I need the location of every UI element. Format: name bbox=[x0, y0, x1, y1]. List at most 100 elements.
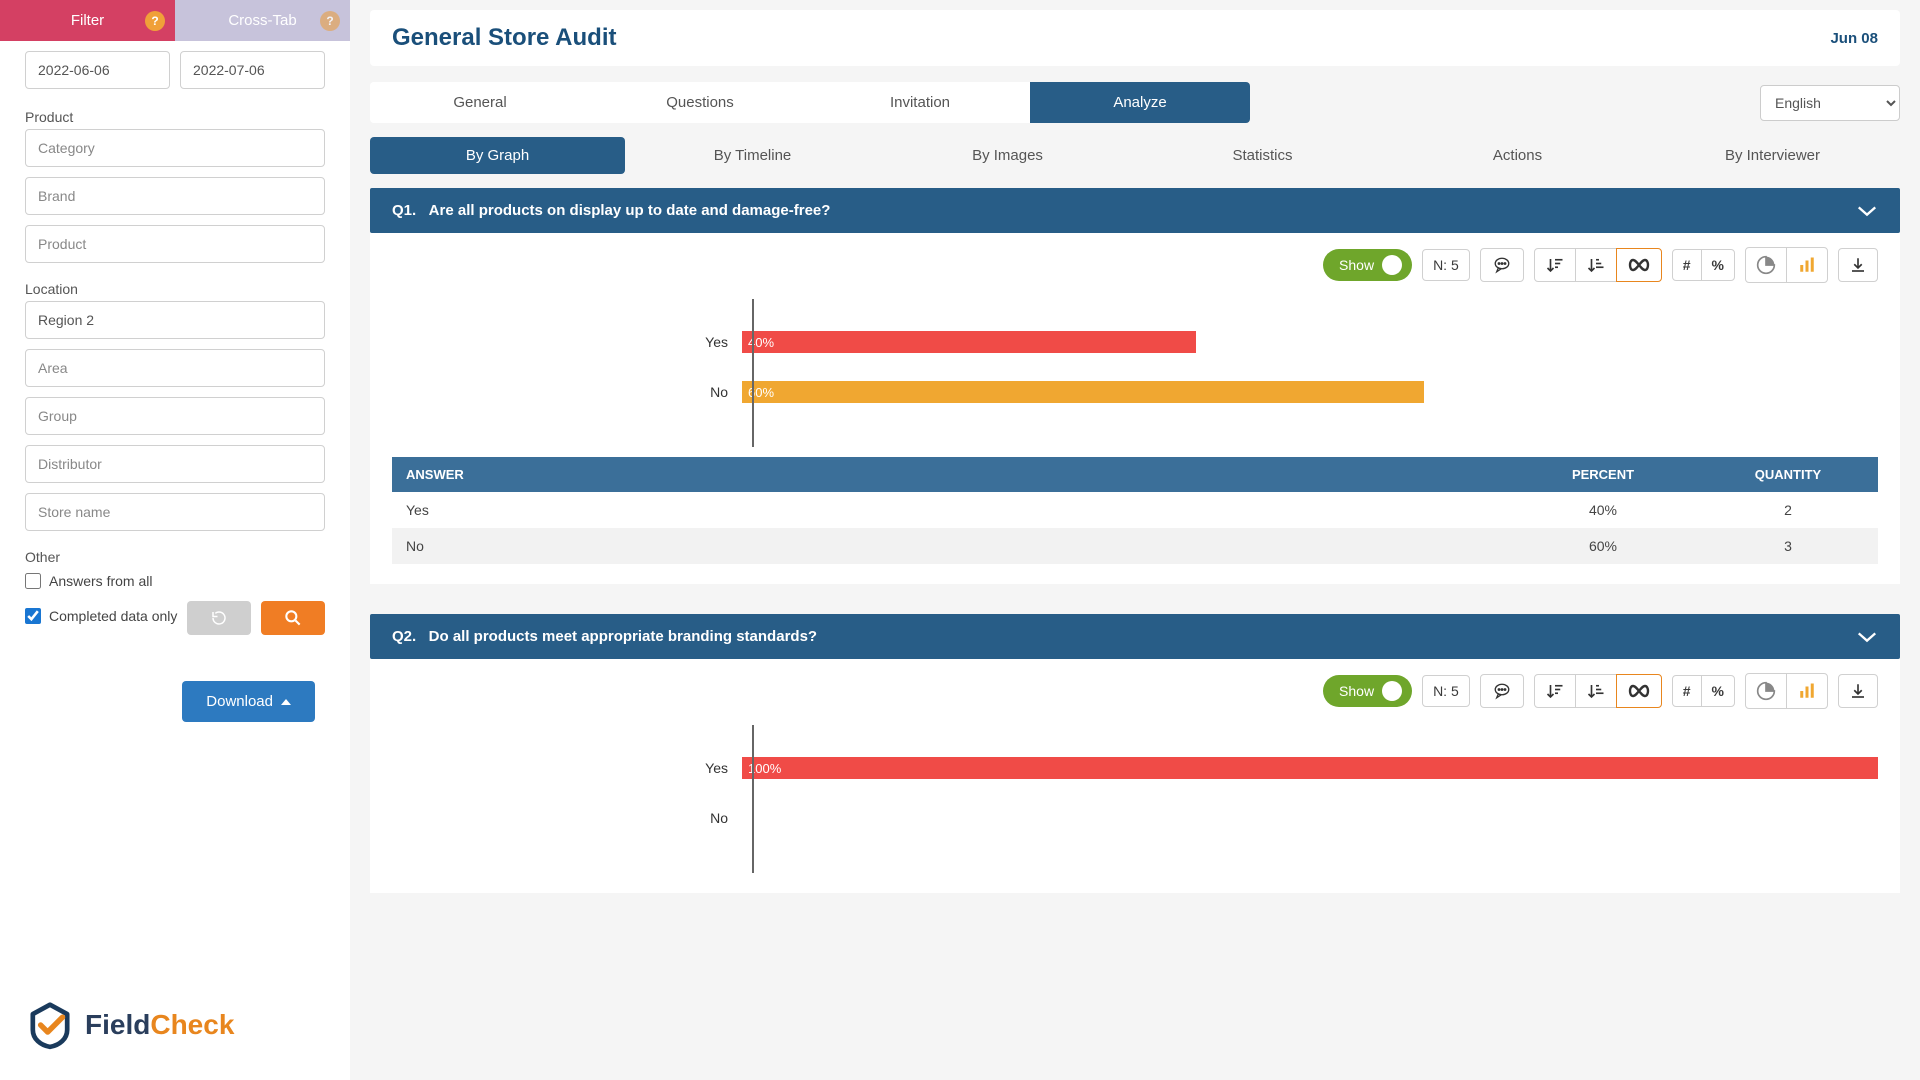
subtab-by-graph[interactable]: By Graph bbox=[370, 137, 625, 174]
question-panel: Q2. Do all products meet appropriate bra… bbox=[370, 614, 1900, 893]
subtab-by-timeline[interactable]: By Timeline bbox=[625, 137, 880, 174]
date-to-input[interactable] bbox=[180, 51, 325, 89]
sidebar-tab-crosstab[interactable]: Cross-Tab ? bbox=[175, 0, 350, 41]
language-select[interactable]: English bbox=[1760, 85, 1900, 121]
download-chart-button[interactable] bbox=[1838, 248, 1878, 282]
percent-mode-button[interactable]: % bbox=[1701, 249, 1735, 281]
percent-cell: 40% bbox=[1508, 492, 1698, 528]
sort-desc-button[interactable] bbox=[1534, 248, 1576, 282]
show-label: Show bbox=[1339, 257, 1374, 273]
logo-text-check: Check bbox=[150, 1009, 234, 1040]
bar-chart-icon bbox=[1797, 682, 1817, 700]
section-label-other: Other bbox=[25, 549, 325, 565]
section-label-product: Product bbox=[25, 109, 325, 125]
tab-general[interactable]: General bbox=[370, 82, 590, 123]
chart-label: Yes bbox=[392, 760, 742, 776]
subtab-actions[interactable]: Actions bbox=[1390, 137, 1645, 174]
comment-icon bbox=[1491, 256, 1513, 274]
comment-icon bbox=[1491, 682, 1513, 700]
bar-chart-button[interactable] bbox=[1786, 247, 1828, 283]
answers-from-all-input[interactable] bbox=[25, 573, 41, 589]
sort-asc-button[interactable] bbox=[1575, 248, 1617, 282]
quantity-cell: 3 bbox=[1698, 528, 1878, 564]
answers-from-all-checkbox[interactable]: Answers from all bbox=[25, 573, 325, 589]
percent-mode-button[interactable]: % bbox=[1701, 675, 1735, 707]
percent-cell: 60% bbox=[1508, 528, 1698, 564]
infinity-button[interactable] bbox=[1616, 248, 1662, 282]
sort-desc-button[interactable] bbox=[1534, 674, 1576, 708]
group-input[interactable] bbox=[25, 397, 325, 435]
subtab-by-images[interactable]: By Images bbox=[880, 137, 1135, 174]
question-panel: Q1. Are all products on display up to da… bbox=[370, 188, 1900, 584]
tab-analyze[interactable]: Analyze bbox=[1030, 82, 1250, 123]
chart-area: Yes 100% No bbox=[392, 725, 1878, 873]
answer-cell: Yes bbox=[392, 492, 1508, 528]
count-mode-button[interactable]: # bbox=[1672, 675, 1702, 707]
download-chart-button[interactable] bbox=[1838, 674, 1878, 708]
brand-input[interactable] bbox=[25, 177, 325, 215]
tab-invitation[interactable]: Invitation bbox=[810, 82, 1030, 123]
question-header[interactable]: Q1. Are all products on display up to da… bbox=[370, 188, 1900, 233]
help-icon[interactable]: ? bbox=[145, 11, 165, 31]
tab-questions[interactable]: Questions bbox=[590, 82, 810, 123]
infinity-icon bbox=[1627, 683, 1651, 699]
date-from-input[interactable] bbox=[25, 51, 170, 89]
download-icon bbox=[1849, 256, 1867, 274]
sort-desc-icon bbox=[1545, 256, 1565, 274]
comments-button[interactable] bbox=[1480, 248, 1524, 282]
answers-from-all-label: Answers from all bbox=[49, 573, 152, 589]
pie-chart-button[interactable] bbox=[1745, 247, 1787, 283]
chart-bar: 40% bbox=[742, 331, 1196, 353]
answer-table: ANSWER PERCENT QUANTITY Yes 40% 2 No 60%… bbox=[392, 457, 1878, 564]
search-button[interactable] bbox=[261, 601, 325, 635]
comments-button[interactable] bbox=[1480, 674, 1524, 708]
completed-only-checkbox[interactable]: Completed data only bbox=[25, 608, 177, 624]
main-content: General Store Audit Jun 08 General Quest… bbox=[350, 0, 1920, 1080]
sort-asc-button[interactable] bbox=[1575, 674, 1617, 708]
subtab-by-interviewer[interactable]: By Interviewer bbox=[1645, 137, 1900, 174]
subtab-statistics[interactable]: Statistics bbox=[1135, 137, 1390, 174]
show-toggle[interactable]: Show bbox=[1323, 249, 1412, 281]
section-label-location: Location bbox=[25, 281, 325, 297]
store-input[interactable] bbox=[25, 493, 325, 531]
quantity-cell: 2 bbox=[1698, 492, 1878, 528]
question-toolbar: Show N: 5 # % bbox=[392, 673, 1878, 709]
category-input[interactable] bbox=[25, 129, 325, 167]
logo-icon bbox=[25, 1000, 75, 1050]
answer-cell: No bbox=[392, 528, 1508, 564]
question-toolbar: Show N: 5 # % bbox=[392, 247, 1878, 283]
pie-chart-button[interactable] bbox=[1745, 673, 1787, 709]
n-count-button[interactable]: N: 5 bbox=[1422, 675, 1470, 707]
distributor-input[interactable] bbox=[25, 445, 325, 483]
search-icon bbox=[283, 608, 303, 628]
page-title: General Store Audit bbox=[392, 24, 616, 52]
page-date: Jun 08 bbox=[1830, 30, 1878, 47]
chart-row: No bbox=[392, 803, 1878, 833]
show-toggle[interactable]: Show bbox=[1323, 675, 1412, 707]
area-input[interactable] bbox=[25, 349, 325, 387]
region-input[interactable] bbox=[25, 301, 325, 339]
chevron-down-icon bbox=[1856, 204, 1878, 218]
reset-button[interactable] bbox=[187, 601, 251, 635]
main-tabs: General Questions Invitation Analyze bbox=[370, 82, 1250, 123]
chevron-down-icon bbox=[1856, 630, 1878, 644]
product-input[interactable] bbox=[25, 225, 325, 263]
sidebar-tab-filter[interactable]: Filter ? bbox=[0, 0, 175, 41]
chart-label: Yes bbox=[392, 334, 742, 350]
chart-row: Yes 40% bbox=[392, 327, 1878, 357]
question-header[interactable]: Q2. Do all products meet appropriate bra… bbox=[370, 614, 1900, 659]
sidebar-tab-crosstab-label: Cross-Tab bbox=[228, 12, 296, 29]
n-count-button[interactable]: N: 5 bbox=[1422, 249, 1470, 281]
infinity-button[interactable] bbox=[1616, 674, 1662, 708]
bar-chart-button[interactable] bbox=[1786, 673, 1828, 709]
completed-only-input[interactable] bbox=[25, 608, 41, 624]
chart-label: No bbox=[392, 810, 742, 826]
toggle-knob bbox=[1382, 255, 1402, 275]
question-title: Q2. Do all products meet appropriate bra… bbox=[392, 628, 817, 645]
download-button[interactable]: Download bbox=[182, 681, 315, 722]
question-title: Q1. Are all products on display up to da… bbox=[392, 202, 830, 219]
help-icon[interactable]: ? bbox=[320, 11, 340, 31]
count-mode-button[interactable]: # bbox=[1672, 249, 1702, 281]
sidebar: Filter ? Cross-Tab ? Product Location bbox=[0, 0, 350, 1080]
sort-desc-icon bbox=[1545, 682, 1565, 700]
